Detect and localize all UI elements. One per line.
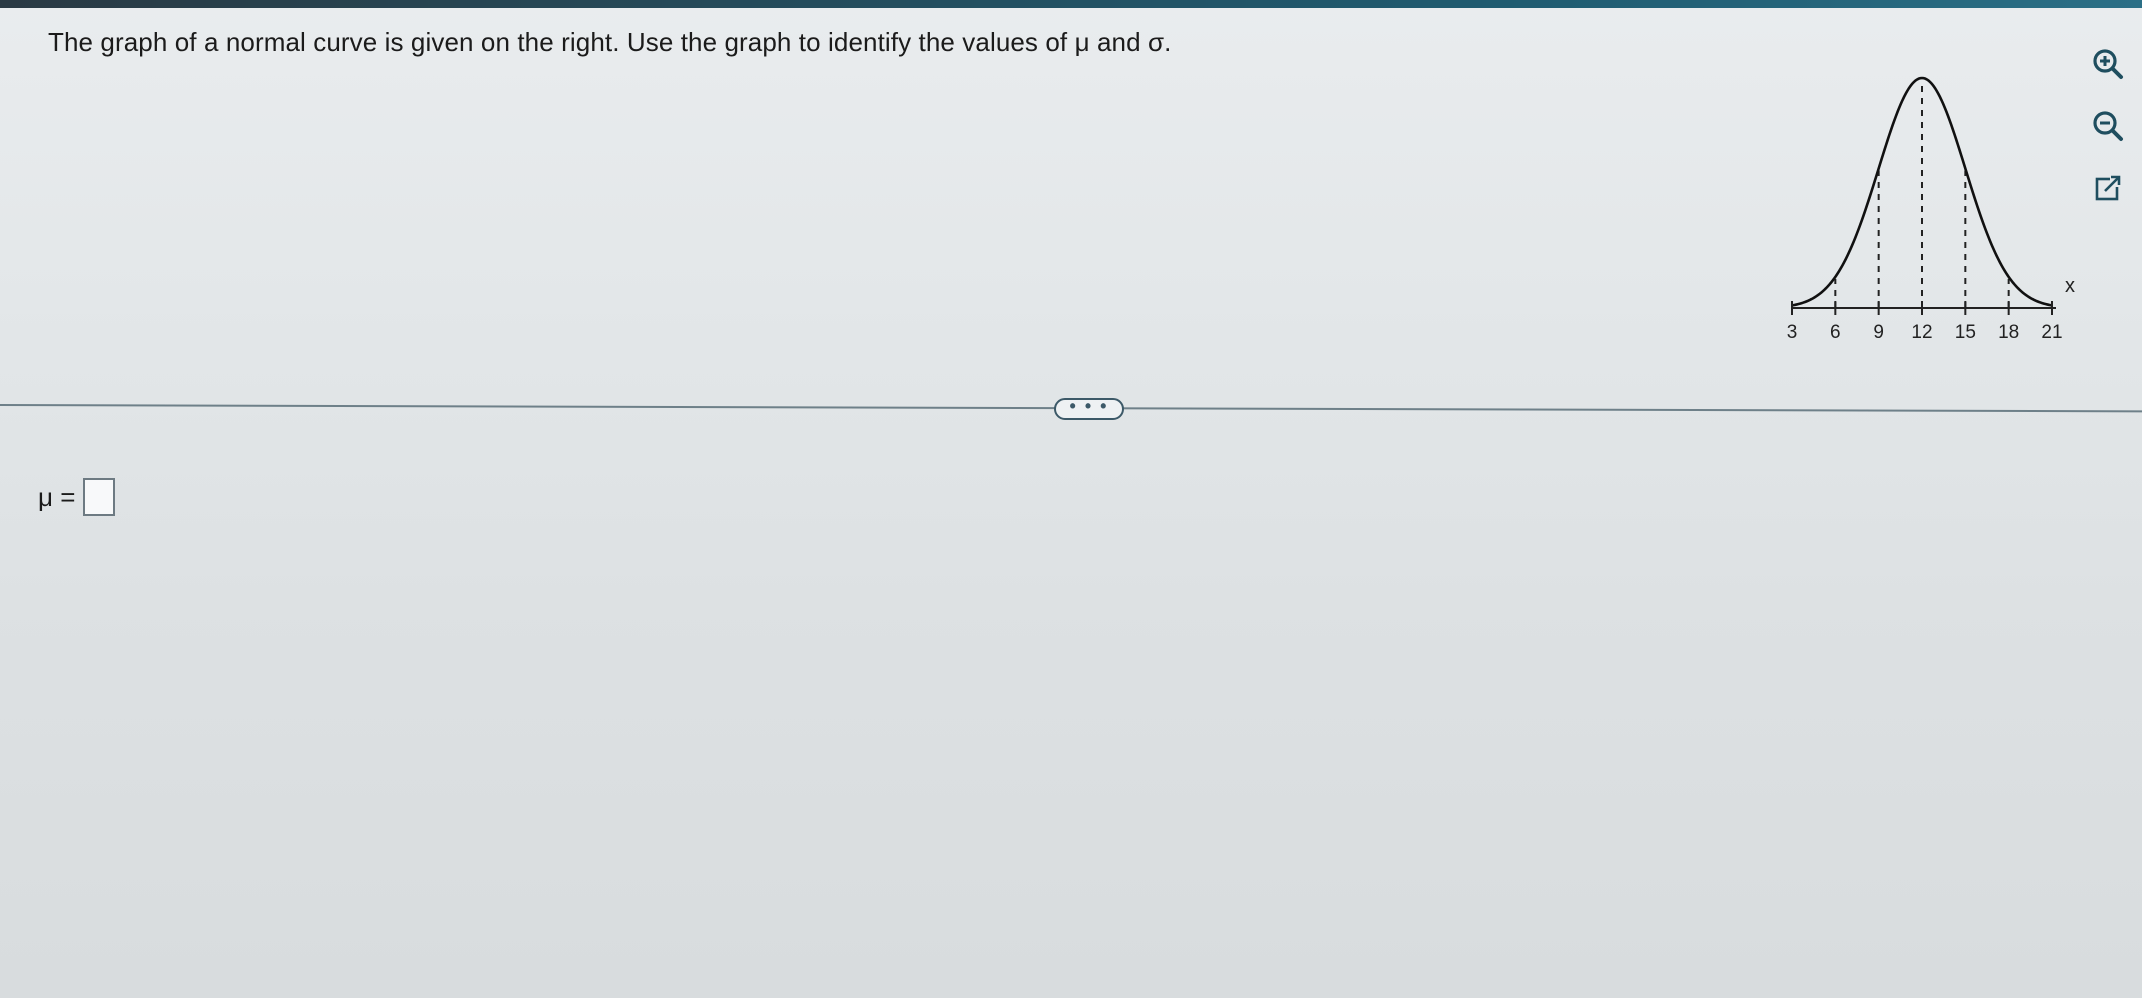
tool-panel <box>2088 44 2134 230</box>
tick-label-21: 21 <box>2041 322 2062 343</box>
tick-label-9: 9 <box>1873 322 1884 343</box>
top-strip <box>0 0 2142 8</box>
popout-button[interactable] <box>2088 168 2128 208</box>
zoom-out-button[interactable] <box>2088 106 2128 146</box>
mu-answer-row: μ = <box>38 478 116 516</box>
expand-more-button[interactable]: • • • <box>1054 396 1124 420</box>
normal-curve-svg: 3 6 9 12 15 18 21 x <box>1787 76 2075 343</box>
tick-label-6: 6 <box>1830 322 1841 343</box>
tick-label-12: 12 <box>1911 322 1932 343</box>
zoom-out-icon <box>2093 111 2123 141</box>
zoom-in-icon <box>2093 49 2123 79</box>
tick-label-3: 3 <box>1787 322 1798 343</box>
mu-input[interactable] <box>83 478 116 516</box>
zoom-in-button[interactable] <box>2088 44 2128 84</box>
tick-label-18: 18 <box>1998 322 2019 343</box>
normal-curve-graph: 3 6 9 12 15 18 21 x <box>1770 60 2100 360</box>
tick-label-15: 15 <box>1955 322 1976 343</box>
question-text: The graph of a normal curve is given on … <box>48 27 1172 57</box>
popout-icon <box>2095 175 2122 201</box>
mu-label: μ = <box>38 481 76 512</box>
more-dots: • • • <box>1069 396 1109 416</box>
x-axis-label: x <box>2065 275 2075 297</box>
